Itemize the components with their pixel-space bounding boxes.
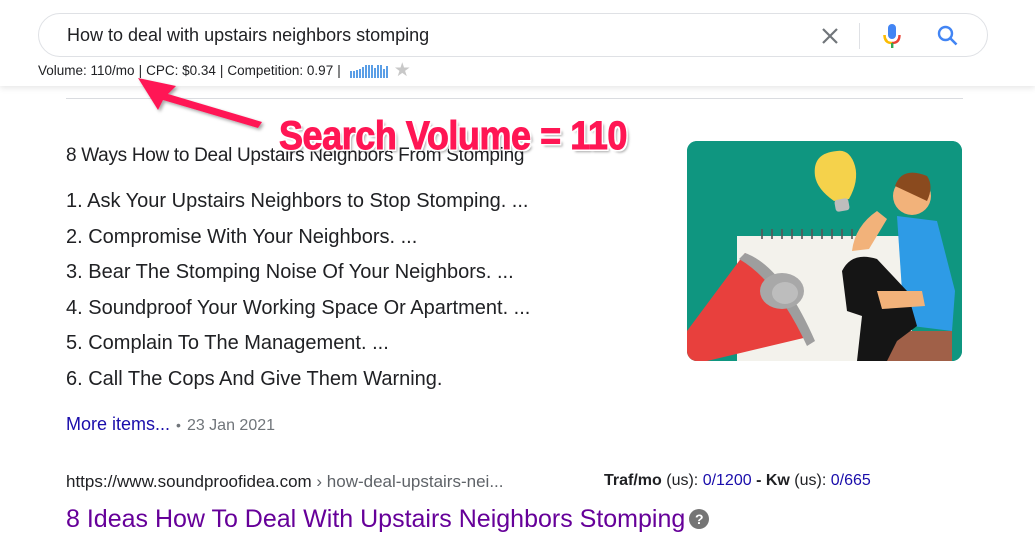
search-submit-button[interactable] [935,23,961,49]
dash: - [751,472,766,489]
trend-sparkline[interactable] [349,64,388,78]
search-input[interactable] [67,14,807,56]
traffic-label: Traf/mo [604,472,662,489]
illustration-image [687,141,962,361]
snippet-image[interactable] [687,141,962,361]
sparkline-bar [382,68,385,78]
sparkline-bar [352,70,355,78]
microphone-icon [883,24,901,48]
sparkline-bar [385,65,388,78]
annotation-label: Search Volume = 110 [279,114,628,159]
keywords-region: (us): [789,472,831,489]
list-item: 6. Call The Cops And Give Them Warning. [66,367,443,390]
result-url[interactable]: https://www.soundproofidea.com › how-dea… [66,472,504,492]
clear-icon [822,28,838,44]
sparkline-bar [355,69,358,78]
result-title-text: 8 Ideas How To Deal With Upstairs Neighb… [66,505,686,533]
sparkline-bar [376,64,379,78]
list-item: 4. Soundproof Your Working Space Or Apar… [66,296,531,319]
traffic-region: (us): [661,472,703,489]
sparkline-bar [349,70,352,78]
clear-search-button[interactable] [817,23,843,49]
list-item: 1. Ask Your Upstairs Neighbors to Stop S… [66,190,529,212]
more-items-link[interactable]: More items... [66,414,170,434]
sparkline-bar [364,64,367,78]
list-item: 3. Bear The Stomping Noise Of Your Neigh… [66,261,514,284]
snippet-date: 23 Jan 2021 [186,417,276,434]
result-title-link[interactable]: 8 Ideas How To Deal With Upstairs Neighb… [66,505,710,534]
search-icon [937,25,958,46]
search-box[interactable] [38,13,988,57]
list-item: 2. Compromise With Your Neighbors. ... [66,225,418,248]
annotation-arrow [138,78,262,128]
search-box-divider [859,23,860,49]
separator: | [337,63,341,78]
url-breadcrumb: › how-deal-upstairs-nei... [311,472,504,491]
star-icon[interactable]: ★ [394,61,411,80]
voice-search-button[interactable] [881,22,903,50]
featured-snippet-list: 1. Ask Your Upstairs Neighbors to Stop S… [66,186,530,400]
sparkline-bar [373,67,376,78]
sparkline-bar [361,66,364,78]
traffic-value[interactable]: 0/1200 [703,472,752,489]
keywords-value[interactable]: 0/665 [831,472,871,489]
keywords-label: Kw [765,472,790,489]
list-item: 5. Complain To The Management. ... [66,332,389,355]
snippet-footer: More items... • 23 Jan 2021 [66,414,275,435]
sparkline-bar [379,64,382,78]
sparkline-bar [370,64,373,78]
sparkline-bar [358,68,361,78]
bullet: • [176,417,181,433]
sparkline-bar [367,64,370,78]
volume-stat: Volume: 110/mo [38,63,135,78]
help-icon[interactable]: ? [689,509,710,529]
seo-stats: Traf/mo (us): 0/1200 - Kw (us): 0/665 [604,472,871,490]
url-base: https://www.soundproofidea.com [66,472,312,491]
